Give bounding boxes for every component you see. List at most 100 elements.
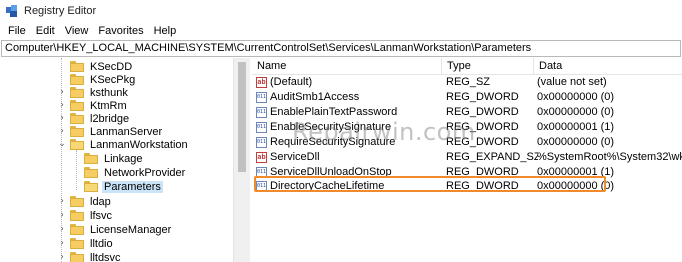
tree-item-parameters[interactable]: Parameters	[84, 180, 163, 193]
tree-item-label: LanmanServer	[90, 125, 163, 138]
value-data: 0x00000000 (0)	[537, 136, 615, 148]
value-type: REG_DWORD	[446, 136, 519, 148]
tree-item-ldap[interactable]: ldap	[70, 195, 113, 208]
column-header-name[interactable]: Name	[252, 58, 442, 75]
tree-item-ksecdd[interactable]: KSecDD	[70, 60, 134, 73]
value-type: REG_SZ	[446, 76, 491, 88]
folder-icon	[70, 87, 84, 98]
expand-chevron-icon[interactable]: ›	[57, 86, 67, 96]
expand-chevron-icon[interactable]: ›	[57, 223, 67, 233]
tree-item-label: ksthunk	[90, 86, 128, 99]
tree-item-label: KSecDD	[90, 60, 133, 73]
menu-file[interactable]: File	[3, 25, 31, 37]
title-bar: Registry Editor	[0, 0, 682, 22]
tree-item-ksecpkg[interactable]: KSecPkg	[70, 73, 137, 86]
tree-item-label: LanmanWorkstation	[90, 138, 188, 151]
folder-icon	[70, 100, 84, 111]
tree-item-lltdsvc[interactable]: lltdsvc	[70, 251, 123, 262]
highlight-box	[254, 176, 606, 192]
folder-icon	[70, 113, 84, 124]
tree-item-label: ldap	[90, 195, 111, 208]
registry-editor-icon	[6, 5, 18, 17]
collapse-chevron-icon[interactable]: ⌄	[57, 138, 67, 149]
value-name: EnablePlainTextPassword	[270, 106, 398, 118]
address-bar[interactable]: Computer\HKEY_LOCAL_MACHINE\SYSTEM\Curre…	[1, 40, 681, 57]
menu-view[interactable]: View	[60, 25, 94, 37]
tree-item-label: LicenseManager	[90, 223, 172, 236]
folder-icon	[84, 153, 98, 164]
tree-item-ksthunk[interactable]: ksthunk	[70, 86, 130, 99]
folder-icon	[70, 61, 84, 72]
menu-edit[interactable]: Edit	[31, 25, 60, 37]
tree-item-label: lltdio	[90, 237, 113, 250]
tree-item-label: Linkage	[104, 152, 143, 165]
scrollbar-thumb[interactable]	[238, 62, 246, 172]
dword-value-icon: 011	[256, 137, 267, 148]
value-row[interactable]: ab ServiceDll REG_EXPAND_SZ %SystemRoot%\…	[252, 150, 682, 165]
folder-icon	[70, 74, 84, 85]
window-title: Registry Editor	[24, 5, 97, 17]
column-header-type[interactable]: Type	[442, 58, 534, 75]
expand-chevron-icon[interactable]: ›	[57, 251, 67, 261]
value-name: EnableSecuritySignature	[270, 121, 392, 133]
tree-item-label: l2bridge	[90, 112, 130, 125]
tree-item-label: KSecPkg	[90, 73, 136, 86]
menu-help[interactable]: Help	[149, 25, 182, 37]
folder-icon	[70, 252, 84, 262]
value-data: 0x00000001 (1)	[537, 121, 615, 133]
value-name: RequireSecuritySignature	[270, 136, 396, 148]
tree-item-linkage[interactable]: Linkage	[84, 152, 145, 165]
open-folder-icon	[84, 181, 98, 192]
dword-value-icon: 011	[256, 122, 267, 133]
value-type: REG_EXPAND_SZ	[446, 151, 538, 163]
string-value-icon: ab	[256, 77, 267, 88]
folder-icon	[70, 224, 84, 235]
tree-item-label: lfsvc	[90, 209, 112, 222]
tree-item-l2bridge[interactable]: l2bridge	[70, 112, 131, 125]
dword-value-icon: 011	[256, 107, 267, 118]
value-row[interactable]: 011 EnableSecuritySignature REG_DWORD 0x0…	[252, 120, 682, 135]
value-data: 0x00000000 (0)	[537, 106, 615, 118]
value-type: REG_DWORD	[446, 91, 519, 103]
expand-chevron-icon[interactable]: ›	[57, 209, 67, 219]
value-name: AuditSmb1Access	[270, 91, 360, 103]
value-row[interactable]: ab (Default) REG_SZ (value not set)	[252, 75, 682, 90]
value-row[interactable]: 011 EnablePlainTextPassword REG_DWORD 0x0…	[252, 105, 682, 120]
tree-item-lanmanserver[interactable]: LanmanServer	[70, 125, 164, 138]
tree-item-lanmanworkstation[interactable]: LanmanWorkstation	[70, 138, 190, 151]
tree-item-networkprovider[interactable]: NetworkProvider	[84, 166, 187, 179]
expand-chevron-icon[interactable]: ›	[57, 125, 67, 135]
tree-item-lfsvc[interactable]: lfsvc	[70, 209, 114, 222]
value-name: (Default)	[270, 76, 313, 88]
folder-icon	[70, 210, 84, 221]
value-data: (value not set)	[537, 76, 607, 88]
dword-value-icon: 011	[256, 92, 267, 103]
value-type: REG_DWORD	[446, 121, 519, 133]
value-row[interactable]: 011 AuditSmb1Access REG_DWORD 0x00000000 …	[252, 90, 682, 105]
tree-item-licensemanager[interactable]: LicenseManager	[70, 223, 173, 236]
open-folder-icon	[70, 139, 84, 150]
value-data: 0x00000000 (0)	[537, 91, 615, 103]
expand-chevron-icon[interactable]: ›	[57, 112, 67, 122]
column-header-data[interactable]: Data	[534, 58, 682, 75]
values-list: Name Type Data ab (Default) REG_SZ (value…	[252, 58, 682, 262]
key-tree: KSecDD KSecPkg › ksthunk › KtmRm › l2bri…	[0, 58, 233, 262]
tree-item-label: lltdsvc	[90, 251, 121, 262]
value-data: %SystemRoot%\System32\wkssvc.d	[537, 151, 682, 163]
expand-chevron-icon[interactable]: ›	[57, 195, 67, 205]
value-row[interactable]: 011 RequireSecuritySignature REG_DWORD 0x…	[252, 135, 682, 150]
expand-chevron-icon[interactable]: ›	[57, 237, 67, 247]
tree-item-ktmrm[interactable]: KtmRm	[70, 99, 129, 112]
value-name: ServiceDll	[270, 151, 320, 163]
tree-item-label: Parameters	[102, 180, 163, 193]
value-type: REG_DWORD	[446, 106, 519, 118]
menu-bar: File Edit View Favorites Help	[0, 22, 682, 40]
folder-icon	[70, 196, 84, 207]
tree-item-label: NetworkProvider	[104, 166, 186, 179]
tree-item-lltdio[interactable]: lltdio	[70, 237, 115, 250]
expand-chevron-icon[interactable]: ›	[57, 99, 67, 109]
string-value-icon: ab	[256, 152, 267, 163]
tree-scrollbar[interactable]	[233, 58, 250, 262]
menu-favorites[interactable]: Favorites	[93, 25, 148, 37]
folder-icon	[84, 167, 98, 178]
